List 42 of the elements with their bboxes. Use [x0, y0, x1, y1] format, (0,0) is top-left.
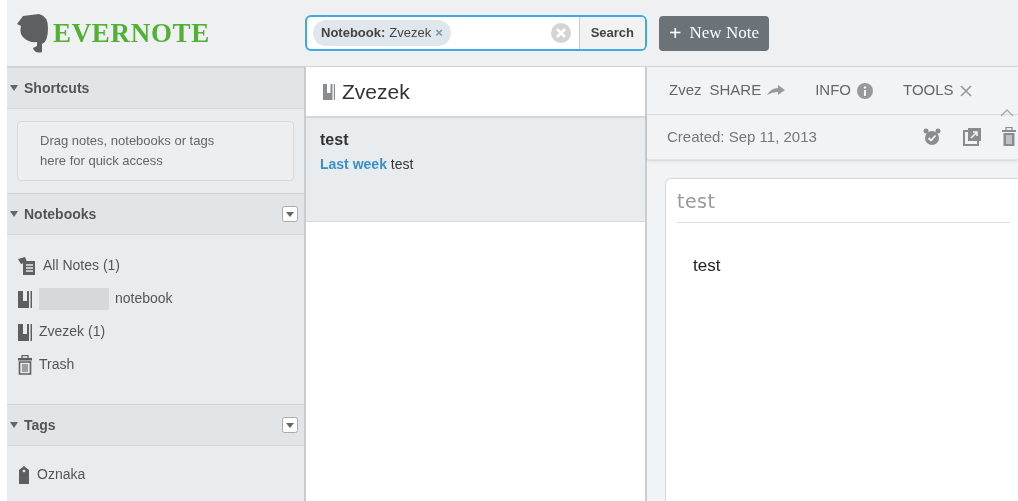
notebook-item[interactable]: Zvezek (1) [39, 321, 106, 342]
search-button[interactable]: Search [578, 17, 645, 49]
search-token[interactable]: Notebook: Zvezek × [313, 20, 451, 46]
expand-icon [962, 127, 982, 147]
shortcuts-hint: Drag notes, notebooks or tags here for quick access [17, 121, 294, 181]
tag-item[interactable]: Oznaka [37, 464, 86, 485]
tools-button[interactable]: TOOLS [903, 79, 972, 102]
tag-icon [17, 464, 31, 485]
notebook-icon [17, 288, 33, 309]
search-field[interactable]: Notebook: Zvezek × Search [305, 15, 647, 51]
info-button[interactable]: INFO [815, 79, 874, 102]
alarm-clock-icon [922, 127, 942, 147]
note-title: test [320, 130, 350, 150]
chevron-up-icon [1000, 109, 1014, 117]
note-card[interactable]: test Last week test [306, 118, 645, 222]
section-title[interactable]: Notebooks [24, 203, 97, 225]
note-notebook-label: Zvez [669, 80, 702, 101]
info-icon [857, 82, 874, 99]
note-title-field[interactable]: test [677, 179, 1010, 223]
clear-icon [550, 23, 571, 43]
dropdown-icon [282, 417, 298, 433]
section-title[interactable]: Shortcuts [24, 77, 90, 99]
logo-text: EVERNOTE [53, 16, 210, 50]
new-note-button[interactable]: + New Note [659, 15, 769, 51]
elephant-logo-icon [15, 12, 49, 54]
section-title[interactable]: Tags [24, 414, 56, 436]
note-body: test [692, 255, 722, 277]
share-button[interactable]: SHARE [709, 79, 786, 102]
arrow-icon [767, 84, 786, 97]
notebook-item[interactable]: All Notes (1) [43, 255, 121, 276]
close-icon [959, 84, 972, 97]
notebook-item[interactable]: Trash [39, 354, 75, 375]
notebook-title: Zvezek [342, 78, 410, 105]
notebook-icon [17, 321, 33, 342]
notebook-icon [322, 82, 336, 101]
note-snippet: Last week test [320, 155, 415, 174]
note-editor[interactable]: test test [665, 178, 1018, 501]
created-date: Created: Sep 11, 2013 [667, 126, 817, 147]
notes-stack-icon [17, 255, 37, 276]
dropdown-icon [282, 206, 298, 222]
trash-icon [17, 354, 33, 375]
notebook-item[interactable]: notebook [115, 288, 173, 309]
